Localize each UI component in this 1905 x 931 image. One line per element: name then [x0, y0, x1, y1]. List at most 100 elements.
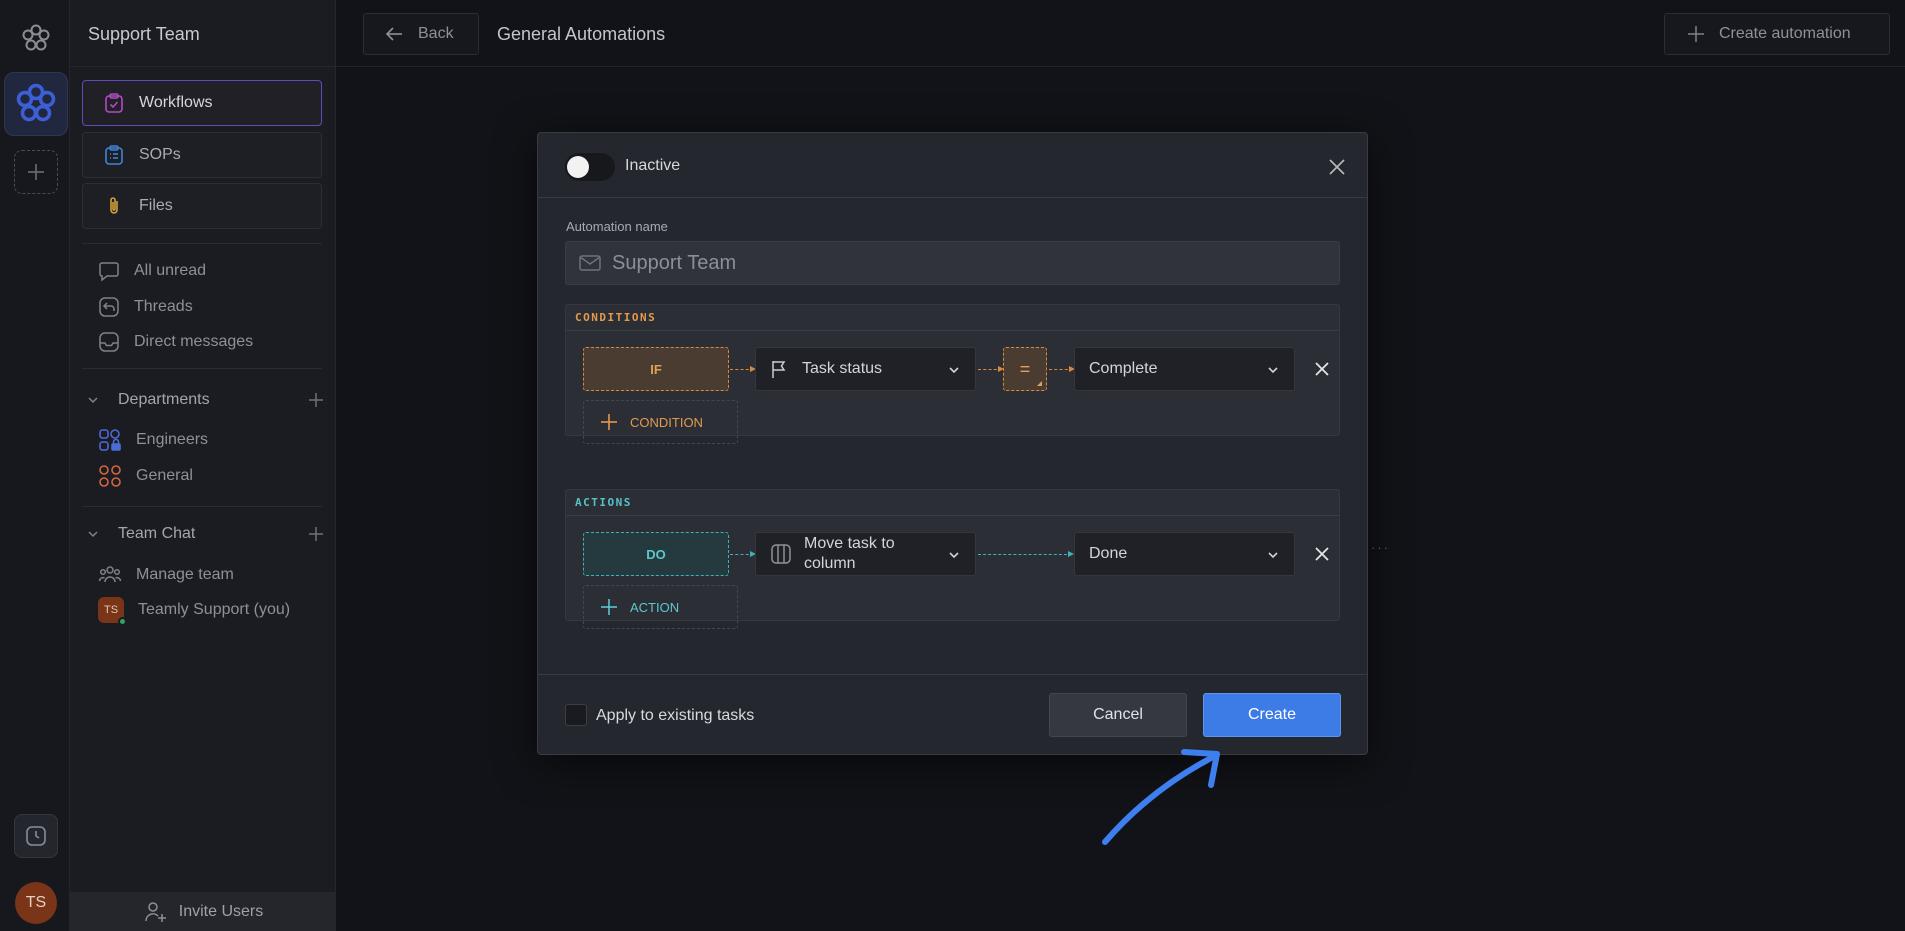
do-tag: DO [583, 532, 729, 576]
user-avatar[interactable]: TS [15, 882, 57, 924]
invite-label: Invite Users [178, 902, 264, 920]
connector-arrow [730, 366, 756, 372]
plus-icon [1688, 26, 1704, 42]
create-automation-label: Create automation [1719, 25, 1851, 42]
remove-action-icon[interactable] [1311, 543, 1333, 565]
close-icon[interactable] [1327, 157, 1347, 177]
modal-header: Inactive [538, 133, 1367, 198]
back-label: Back [418, 25, 454, 42]
nav-files[interactable]: Files [82, 183, 322, 229]
arrow-left-icon [385, 27, 402, 41]
avatar: TS [98, 597, 127, 626]
clock-icon [26, 826, 46, 846]
condition-field-dropdown[interactable]: Task status [755, 347, 976, 391]
back-button[interactable]: Back [363, 13, 479, 55]
automation-name-field[interactable] [565, 241, 1340, 285]
avatar-initials: TS [103, 604, 119, 616]
grid-lock-icon [99, 429, 121, 451]
add-action-button[interactable]: ACTION [583, 585, 738, 629]
nav-label: SOPs [139, 146, 181, 163]
workspace-rail: TS [0, 0, 70, 931]
action-value-dropdown[interactable]: Done [1074, 532, 1295, 576]
team-name: Support Team [88, 24, 200, 44]
action-value: Done [1089, 545, 1128, 562]
online-status-dot [118, 617, 127, 626]
nav-workflows[interactable]: Workflows [82, 80, 322, 126]
if-tag-label: IF [650, 361, 662, 377]
sidebar-item-teamly-support[interactable]: TS Teamly Support (you) [98, 597, 291, 626]
thread-reply-icon [99, 297, 119, 317]
apply-existing-checkbox[interactable] [565, 704, 587, 726]
automation-name-input[interactable] [612, 251, 1312, 275]
chevron-down-icon [86, 393, 100, 407]
nav-label: Workflows [139, 94, 213, 111]
departments-section[interactable]: Departments [86, 387, 324, 413]
sidebar: Support Team Workflows SOPs Files All un… [70, 0, 336, 931]
team-chat-section[interactable]: Team Chat [86, 521, 324, 547]
workspace-switcher-support-team[interactable] [4, 72, 68, 136]
people-group-icon [98, 566, 122, 583]
paperclip-icon [110, 197, 118, 214]
sidebar-item-engineers[interactable]: Engineers [98, 427, 208, 453]
connector-arrow [978, 366, 1004, 372]
do-tag-label: DO [646, 546, 666, 562]
sidebar-item-label: General [136, 467, 193, 484]
sidebar-item-label: Threads [134, 298, 193, 315]
sidebar-item-label: All unread [134, 262, 207, 279]
annotation-arrow-icon [1102, 749, 1220, 845]
grid-circles-icon [99, 465, 121, 487]
action-type-dropdown[interactable]: Move task to column [755, 532, 976, 576]
sidebar-item-label: Direct messages [134, 333, 254, 350]
sidebar-item-general[interactable]: General [98, 463, 193, 489]
nav-sops[interactable]: SOPs [82, 132, 322, 178]
connector-arrow [730, 551, 756, 557]
automation-name-label: Automation name [566, 219, 668, 234]
chat-bubble-icon [99, 262, 119, 282]
sidebar-item-direct-messages[interactable]: Direct messages [98, 329, 253, 355]
plus-icon [28, 164, 44, 180]
remove-condition-icon[interactable] [1311, 358, 1333, 380]
create-automation-modal: Inactive Automation name CONDITIONS IF T… [537, 132, 1368, 755]
inbox-tray-icon [99, 332, 119, 352]
nav-label: Files [139, 197, 173, 214]
sidebar-item-threads[interactable]: Threads [98, 294, 193, 320]
sidebar-item-label: Manage team [136, 566, 234, 583]
add-condition-button[interactable]: CONDITION [583, 400, 738, 444]
sidebar-item-label: Teamly Support (you) [138, 601, 291, 618]
modal-footer-divider [538, 674, 1367, 675]
apply-existing-label: Apply to existing tasks [596, 707, 755, 724]
create-button[interactable]: Create [1203, 693, 1341, 737]
cancel-button[interactable]: Cancel [1049, 693, 1187, 737]
add-condition-label: CONDITION [630, 414, 703, 430]
add-chat-icon[interactable] [308, 526, 324, 542]
connector-arrow [1049, 366, 1075, 372]
chevron-down-icon [949, 552, 959, 559]
sidebar-item-all-unread[interactable]: All unread [98, 258, 206, 284]
plus-icon [601, 599, 617, 615]
list-clipboard-icon [105, 145, 123, 165]
page-title: General Automations [497, 24, 666, 44]
add-user-icon [145, 901, 166, 922]
app-logo-icon [20, 22, 52, 54]
chevron-down-icon [1268, 367, 1278, 374]
chevron-down-icon [86, 527, 100, 541]
envelope-icon [579, 255, 601, 271]
condition-value: Complete [1089, 360, 1158, 377]
history-button[interactable] [14, 814, 58, 858]
active-toggle[interactable] [565, 153, 615, 181]
create-automation-button[interactable]: Create automation [1664, 13, 1890, 55]
condition-value-dropdown[interactable]: Complete [1074, 347, 1295, 391]
clipboard-check-icon [105, 93, 123, 113]
section-title: Team Chat [118, 525, 196, 542]
action-type-value: Move task to column [804, 535, 895, 572]
if-tag: IF [583, 347, 729, 391]
sidebar-item-manage-team[interactable]: Manage team [98, 562, 234, 588]
invite-users-button[interactable]: Invite Users [70, 892, 336, 931]
status-label: Inactive [625, 157, 681, 174]
operator-selector[interactable]: = [1003, 347, 1047, 391]
add-department-icon[interactable] [308, 392, 324, 408]
actions-title: ACTIONS [566, 490, 1339, 516]
add-workspace-button[interactable] [14, 150, 58, 194]
flag-icon [772, 361, 786, 378]
connector-arrow [978, 551, 1074, 557]
